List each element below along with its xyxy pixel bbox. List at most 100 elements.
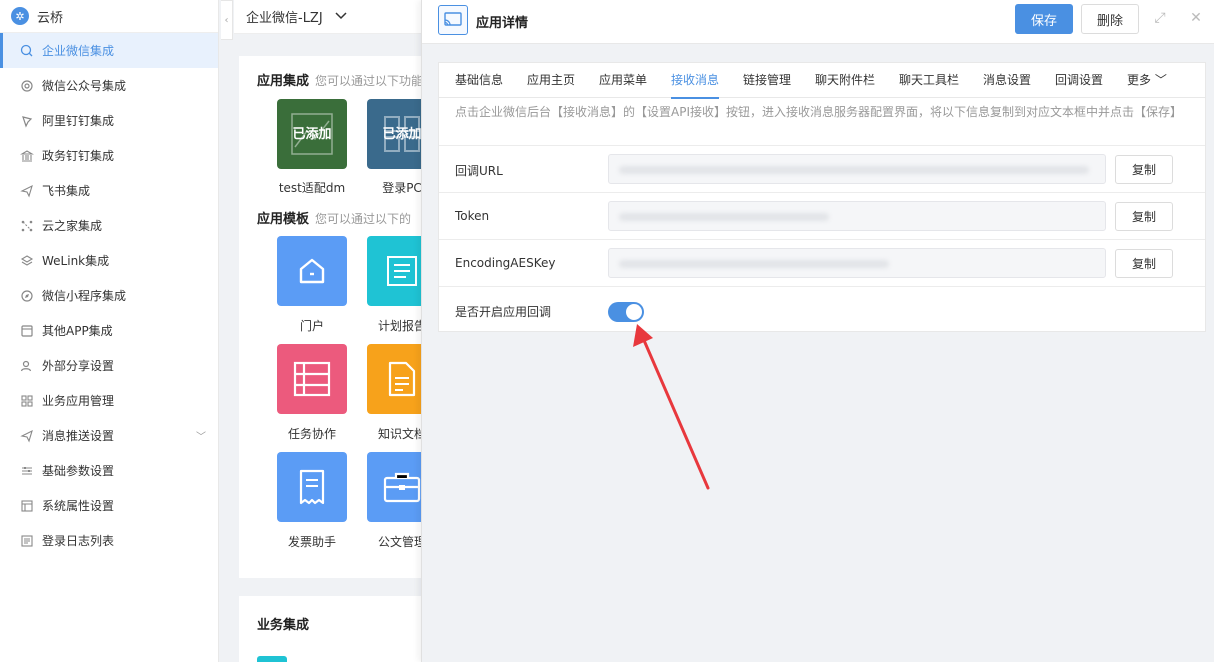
save-button[interactable]: 保存	[1015, 4, 1073, 34]
sidebar-item-label: 基础参数设置	[42, 464, 115, 478]
sidebar-item-label: 企业微信集成	[42, 44, 115, 58]
sidebar-item-wechat-oa[interactable]: 微信公众号集成	[0, 68, 218, 103]
report-icon	[387, 256, 417, 286]
sidebar-item-system-props[interactable]: 系统属性设置	[0, 488, 218, 523]
sidebar-item-business-app[interactable]: 业务应用管理	[0, 383, 218, 418]
plane-icon	[20, 184, 34, 198]
tab-app-home[interactable]: 应用主页	[527, 63, 575, 98]
briefcase-icon	[383, 472, 421, 503]
app-templates-hint: 您可以通过以下的	[315, 212, 412, 226]
sidebar-item-label: 微信小程序集成	[42, 289, 127, 303]
list-icon	[293, 361, 331, 397]
field-label: 回调URL	[455, 164, 503, 178]
sidebar-item-label: 其他APP集成	[42, 324, 113, 338]
tab-app-menu[interactable]: 应用菜单	[599, 63, 647, 98]
encoding-aes-key-field[interactable]	[608, 248, 1106, 278]
sidebar-item-label: 系统属性设置	[42, 499, 115, 513]
tab-callback-settings[interactable]: 回调设置	[1055, 63, 1103, 98]
field-row-callback-url: 回调URL 复制	[439, 145, 1205, 192]
tab-more[interactable]: 更多 ﹀	[1127, 63, 1167, 98]
app-tile-test[interactable]: 已添加	[277, 99, 347, 169]
chat-icon	[20, 44, 34, 58]
sidebar-item-label: 飞书集成	[42, 184, 91, 198]
business-integration-card: 业务集成	[239, 596, 421, 662]
app-integration-hint: 您可以通过以下功能	[315, 74, 421, 88]
template-tile-plan-report[interactable]	[367, 236, 421, 306]
business-tile-peek[interactable]	[257, 656, 287, 662]
template-tile-invoice[interactable]	[277, 452, 347, 522]
chevron-left-icon: ‹	[224, 14, 229, 26]
close-icon[interactable]: ✕	[1188, 10, 1204, 26]
template-tile-label: 计划报告	[377, 319, 421, 333]
delete-button[interactable]: 删除	[1081, 4, 1139, 34]
detail-tabs: 基础信息 应用主页 应用菜单 接收消息 链接管理 聊天附件栏 聊天工具栏 消息设…	[439, 63, 1205, 99]
sidebar-item-other-app[interactable]: 其他APP集成	[0, 313, 218, 348]
corp-selector[interactable]: 企业微信-LZJ	[234, 0, 421, 34]
added-badge: 已添加	[292, 127, 332, 142]
business-integration-title: 业务集成	[257, 618, 310, 633]
field-label: EncodingAESKey	[455, 256, 556, 270]
template-tile-label: 知识文档	[377, 427, 421, 441]
sidebar-item-yunzhijia[interactable]: 云之家集成	[0, 208, 218, 243]
app-tile-label: test适配dm	[278, 181, 346, 195]
field-row-token: Token 复制	[439, 192, 1205, 239]
copy-button[interactable]: 复制	[1115, 249, 1173, 278]
sidebar-item-welink[interactable]: WeLink集成	[0, 243, 218, 278]
app-templates-title: 应用模板 您可以通过以下的	[257, 212, 412, 227]
sidebar-item-push[interactable]: 消息推送设置 ﹀	[0, 418, 218, 453]
brand-name: 云桥	[37, 10, 64, 26]
home-icon	[299, 258, 325, 284]
template-tile-knowledge[interactable]	[367, 344, 421, 414]
template-tile-label: 任务协作	[287, 427, 336, 441]
template-tile-official-doc[interactable]	[367, 452, 421, 522]
tab-link-manage[interactable]: 链接管理	[743, 63, 791, 98]
window-icon	[20, 499, 34, 513]
send-icon	[20, 429, 34, 443]
sidebar-item-dingtalk[interactable]: 阿里钉钉集成	[0, 103, 218, 138]
field-label: Token	[455, 209, 490, 223]
sidebar-item-miniprogram[interactable]: 微信小程序集成	[0, 278, 218, 313]
field-row-callback-toggle: 是否开启应用回调	[439, 286, 1205, 333]
gear-icon	[20, 79, 34, 93]
tab-message-settings[interactable]: 消息设置	[983, 63, 1031, 98]
template-tile-task[interactable]	[277, 344, 347, 414]
template-tile-portal[interactable]	[277, 236, 347, 306]
chevron-down-icon: ﹀	[1151, 73, 1167, 87]
app-tile-login-pc[interactable]: 已添加	[367, 99, 421, 169]
token-field[interactable]	[608, 201, 1106, 231]
tab-receive-message[interactable]: 接收消息	[671, 63, 720, 99]
app-integration-title: 应用集成 您可以通过以下功能	[257, 70, 421, 89]
field-label: 是否开启应用回调	[455, 305, 552, 319]
app-center-card: 应用集成 您可以通过以下功能 已添加 test适配dm 已添加 登录PC 应用模板…	[239, 56, 421, 578]
tab-chat-attachment[interactable]: 聊天附件栏	[815, 63, 875, 98]
sidebar-item-label: 登录日志列表	[42, 534, 115, 548]
sidebar-item-label: WeLink集成	[42, 254, 110, 268]
corp-name: 企业微信-LZJ	[246, 11, 323, 26]
sidebar-collapse-button[interactable]: ‹	[221, 0, 233, 40]
sidebar-item-external-share[interactable]: 外部分享设置	[0, 348, 218, 383]
sidebar-item-gov-dingtalk[interactable]: 政务钉钉集成	[0, 138, 218, 173]
document-icon	[388, 361, 416, 397]
template-tile-label: 发票助手	[287, 535, 336, 549]
instruction-text: 点击企业微信后台【接收消息】的【设置API接收】按钮，进入接收消息服务器配置界面…	[455, 105, 1182, 119]
pin-icon	[20, 114, 34, 128]
redacted-value	[619, 166, 1089, 174]
added-badge: 已添加	[382, 127, 421, 142]
sidebar-item-feishu[interactable]: 飞书集成	[0, 173, 218, 208]
sidebar-item-wecom[interactable]: 企业微信集成	[0, 33, 218, 68]
expand-icon[interactable]: ⤢	[1152, 10, 1168, 26]
callback-url-field[interactable]	[608, 154, 1106, 184]
copy-button[interactable]: 复制	[1115, 202, 1173, 231]
sidebar-item-label: 云之家集成	[42, 219, 103, 233]
callback-toggle-switch[interactable]	[608, 302, 644, 322]
sidebar-item-login-log[interactable]: 登录日志列表	[0, 523, 218, 558]
tab-chat-toolbar[interactable]: 聊天工具栏	[899, 63, 959, 98]
tab-basic-info[interactable]: 基础信息	[455, 63, 503, 98]
grid-icon	[20, 394, 34, 408]
sidebar-item-label: 业务应用管理	[42, 394, 115, 408]
sidebar-item-basic-params[interactable]: 基础参数设置	[0, 453, 218, 488]
sidebar-menu: 企业微信集成 微信公众号集成 阿里钉钉集成 政务钉钉集成 飞书集成 云之家集成 …	[0, 33, 218, 558]
sliders-icon	[20, 464, 34, 478]
copy-button[interactable]: 复制	[1115, 155, 1173, 184]
app-detail-drawer: 应用详情 保存 删除 ⤢ ✕ 基础信息 应用主页 应用菜单 接收消息 链接管理 …	[421, 0, 1214, 662]
